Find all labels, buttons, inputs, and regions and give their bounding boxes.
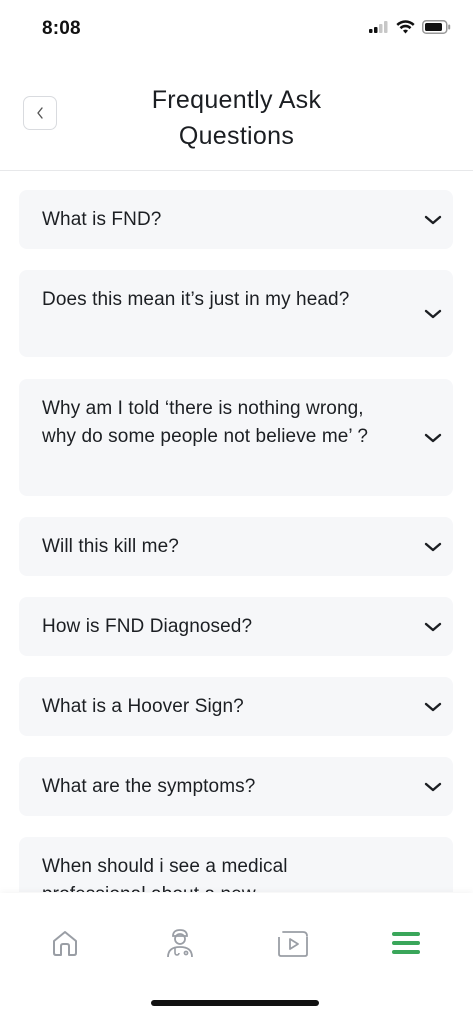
nav-item-home[interactable] — [45, 923, 85, 963]
back-button[interactable] — [23, 96, 57, 130]
cellular-signal-icon — [369, 21, 388, 33]
menu-icon — [392, 932, 420, 954]
chevron-down-icon[interactable] — [423, 308, 443, 320]
faq-item-medical-professional[interactable]: When should i see a medical professional… — [19, 837, 453, 892]
page-title: Frequently Ask Questions — [80, 82, 393, 154]
battery-icon — [422, 20, 451, 34]
chevron-down-icon[interactable] — [423, 214, 443, 226]
chevron-down-icon[interactable] — [423, 781, 443, 793]
faq-question: Why am I told ‘there is nothing wrong, w… — [42, 398, 369, 447]
status-time: 8:08 — [42, 18, 81, 39]
faq-item-diagnosed[interactable]: How is FND Diagnosed? — [19, 597, 453, 656]
faq-item-hoover-sign[interactable]: What is a Hoover Sign? — [19, 677, 453, 736]
page-header: Frequently Ask Questions — [0, 72, 473, 171]
page-title-line2: Questions — [178, 122, 295, 150]
chevron-left-icon — [37, 107, 43, 119]
status-bar: 8:08 — [0, 0, 473, 56]
chevron-down-icon[interactable] — [423, 621, 443, 633]
chevron-down-icon[interactable] — [423, 701, 443, 713]
faq-question: Will this kill me? — [42, 536, 179, 557]
home-icon — [53, 931, 77, 956]
faq-item-nothing-wrong[interactable]: Why am I told ‘there is nothing wrong, w… — [19, 379, 453, 496]
faq-question: What is a Hoover Sign? — [42, 696, 244, 717]
faq-question: Does this mean it’s just in my head? — [42, 289, 350, 310]
chevron-down-icon[interactable] — [423, 432, 443, 444]
video-play-icon — [278, 931, 308, 957]
faq-question: What is FND? — [42, 209, 162, 230]
page-title-line1: Frequently Ask — [151, 86, 322, 114]
wifi-icon — [396, 20, 415, 34]
doctor-icon — [167, 929, 193, 958]
faq-list[interactable]: What is FND? Does this mean it’s just in… — [0, 171, 473, 892]
faq-question: How is FND Diagnosed? — [42, 616, 253, 637]
chevron-down-icon[interactable] — [423, 541, 443, 553]
faq-item-kill-me[interactable]: Will this kill me? — [19, 517, 453, 576]
bottom-nav — [0, 893, 473, 1024]
faq-question: What are the symptoms? — [42, 776, 256, 797]
faq-item-symptoms[interactable]: What are the symptoms? — [19, 757, 453, 816]
faq-question: When should i see a medical professional… — [42, 856, 288, 892]
nav-item-doctor[interactable] — [160, 923, 200, 963]
nav-item-menu[interactable] — [386, 923, 426, 963]
nav-item-videos[interactable] — [273, 923, 313, 963]
status-icons — [369, 20, 451, 34]
faq-item-what-is-fnd[interactable]: What is FND? — [19, 190, 453, 249]
home-indicator[interactable] — [151, 1000, 319, 1006]
faq-item-just-in-my-head[interactable]: Does this mean it’s just in my head? — [19, 270, 453, 357]
